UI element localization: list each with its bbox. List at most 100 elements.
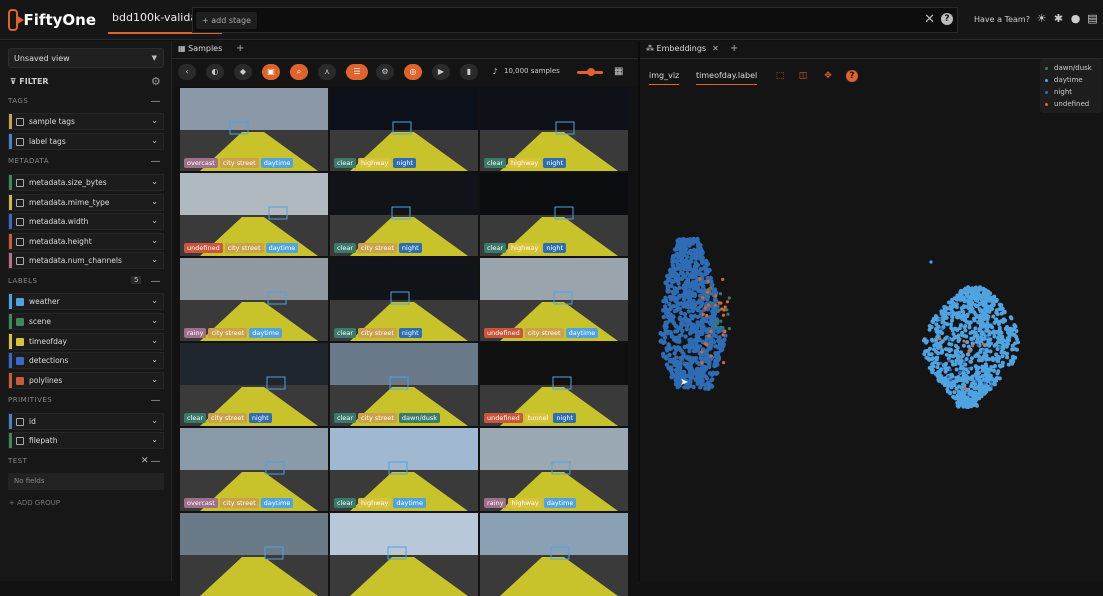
embedding-point[interactable] <box>688 296 692 300</box>
tab-samples[interactable]: ▦ Samples <box>178 44 222 53</box>
embedding-point[interactable] <box>694 342 698 346</box>
add-panel-icon[interactable]: + <box>730 43 738 54</box>
embedding-point[interactable] <box>675 380 679 384</box>
embedding-point[interactable] <box>1002 344 1006 348</box>
embedding-point[interactable] <box>949 368 952 371</box>
slack-icon[interactable]: ✱ <box>1053 12 1064 25</box>
embedding-point[interactable] <box>677 294 681 298</box>
embedding-point[interactable] <box>959 386 963 390</box>
embedding-point[interactable] <box>677 286 681 290</box>
embedding-point[interactable] <box>681 244 685 248</box>
embedding-point[interactable] <box>963 391 967 395</box>
embedding-point[interactable] <box>941 320 945 324</box>
embedding-point[interactable] <box>720 339 724 343</box>
embedding-point[interactable] <box>710 283 714 287</box>
embedding-point[interactable] <box>702 313 705 316</box>
embedding-point[interactable] <box>678 316 682 320</box>
embedding-point[interactable] <box>936 365 940 369</box>
embedding-point[interactable] <box>994 353 998 357</box>
embedding-point[interactable] <box>932 347 936 351</box>
embedding-point[interactable] <box>925 339 929 343</box>
embedding-point[interactable] <box>663 335 667 339</box>
sidebar-item-id[interactable]: id⌄ <box>8 413 164 430</box>
embedding-point[interactable] <box>970 356 974 360</box>
embedding-point[interactable] <box>959 396 963 400</box>
embedding-point[interactable] <box>668 317 672 321</box>
video-icon[interactable]: ▶ <box>432 64 450 80</box>
chevron-down-icon[interactable]: ⌄ <box>151 255 158 264</box>
embedding-point[interactable] <box>678 366 682 370</box>
embedding-point[interactable] <box>719 292 722 295</box>
embedding-point[interactable] <box>687 309 691 313</box>
embedding-point[interactable] <box>708 287 711 290</box>
embedding-point[interactable] <box>963 360 966 363</box>
embedding-point[interactable] <box>968 322 972 326</box>
embedding-point[interactable] <box>1012 323 1016 327</box>
embedding-point[interactable] <box>928 328 932 332</box>
embedding-point[interactable] <box>681 354 685 358</box>
embedding-point[interactable] <box>1015 348 1019 352</box>
embedding-point[interactable] <box>930 363 934 367</box>
embedding-point[interactable] <box>696 244 700 248</box>
embedding-point[interactable] <box>682 294 686 298</box>
embedding-point[interactable] <box>993 364 997 368</box>
tag-icon[interactable]: ◆ <box>234 64 252 80</box>
embedding-point[interactable] <box>982 288 986 292</box>
view-bar[interactable]: + add stage ✕ ? <box>192 7 958 33</box>
embedding-point[interactable] <box>688 331 692 335</box>
embedding-point[interactable] <box>683 312 687 316</box>
embedding-point[interactable] <box>671 335 675 339</box>
embedding-point[interactable] <box>658 331 662 335</box>
embedding-point[interactable] <box>984 362 988 366</box>
embedding-point[interactable] <box>971 330 975 334</box>
embedding-point[interactable] <box>724 305 727 308</box>
embedding-point[interactable] <box>957 405 961 409</box>
embedding-point[interactable] <box>685 355 689 359</box>
embedding-point[interactable] <box>686 292 690 296</box>
embedding-point[interactable] <box>958 362 962 366</box>
sample-tile[interactable]: clearhighwaydaytime <box>330 428 478 511</box>
chevron-down-icon[interactable]: ⌄ <box>151 296 158 305</box>
embedding-point[interactable] <box>963 395 967 399</box>
embedding-point[interactable] <box>688 239 692 243</box>
embedding-point[interactable] <box>961 405 965 409</box>
embedding-point[interactable] <box>728 296 731 299</box>
sample-tile[interactable]: clearhighwaynight <box>330 88 478 171</box>
embedding-point[interactable] <box>943 337 947 341</box>
embedding-point[interactable] <box>679 333 683 337</box>
sample-tile[interactable]: overcastcity streetdaytime <box>180 428 328 511</box>
help-icon[interactable]: ? <box>846 70 858 82</box>
embedding-point[interactable] <box>664 325 668 329</box>
embedding-point[interactable] <box>966 313 970 317</box>
embedding-point[interactable] <box>673 351 677 355</box>
embedding-point[interactable] <box>716 320 719 323</box>
embedding-point[interactable] <box>964 387 967 390</box>
embedding-point[interactable] <box>710 384 714 388</box>
sidebar-item-filepath[interactable]: filepath⌄ <box>8 432 164 449</box>
checkbox[interactable] <box>16 118 24 126</box>
embedding-point[interactable] <box>962 344 966 348</box>
embedding-point[interactable] <box>688 282 692 286</box>
embedding-point[interactable] <box>677 326 681 330</box>
embedding-point[interactable] <box>998 326 1002 330</box>
checkbox-checked[interactable] <box>16 338 24 346</box>
embedding-point[interactable] <box>685 267 689 271</box>
similarity-search-icon[interactable]: ⌕ <box>290 64 308 80</box>
embedding-point[interactable] <box>937 374 941 378</box>
chevron-down-icon[interactable]: ⌄ <box>151 136 158 145</box>
embedding-point[interactable] <box>963 318 967 322</box>
legend-item-undefined[interactable]: undefined <box>1045 98 1097 110</box>
chevron-down-icon[interactable]: ⌄ <box>151 355 158 364</box>
embedding-point[interactable] <box>668 347 672 351</box>
embedding-point[interactable] <box>707 304 710 307</box>
embedding-point[interactable] <box>955 379 959 383</box>
embedding-point[interactable] <box>664 328 668 332</box>
embedding-point[interactable] <box>675 245 679 249</box>
embedding-point[interactable] <box>1009 315 1013 319</box>
pan-icon[interactable]: ✥ <box>822 70 834 82</box>
embedding-point[interactable] <box>1015 337 1019 341</box>
checkbox-checked[interactable] <box>16 357 24 365</box>
embedding-point[interactable] <box>706 387 710 391</box>
legend-item-dawn-dusk[interactable]: dawn/dusk <box>1045 62 1097 74</box>
team-link[interactable]: Have a Team? <box>974 15 1030 24</box>
